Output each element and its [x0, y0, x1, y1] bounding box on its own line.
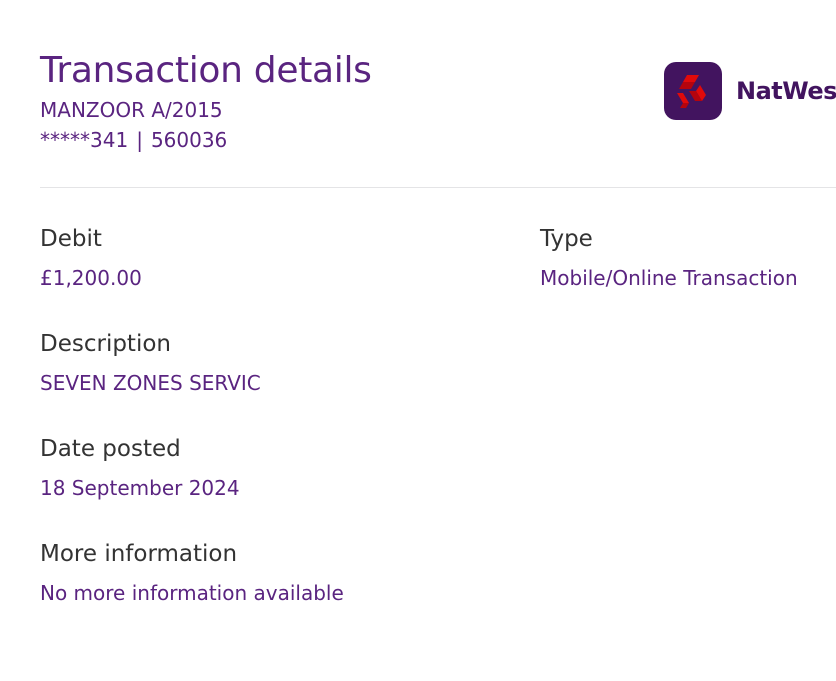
- sort-code: 560036: [150, 128, 228, 152]
- date-posted-label: Date posted: [40, 436, 181, 462]
- header-divider: [40, 187, 836, 188]
- natwest-cubes-svg: [677, 75, 706, 108]
- account-number: *****341: [40, 128, 129, 152]
- debit-value: £1,200.00: [40, 266, 142, 290]
- more-information-value: No more information available: [40, 581, 344, 605]
- brand-name: NatWest: [736, 77, 836, 105]
- type-label: Type: [540, 226, 593, 252]
- account-numbers: *****341 | 560036: [40, 127, 227, 153]
- description-label: Description: [40, 331, 171, 357]
- account-name: MANZOOR A/2015: [40, 98, 223, 122]
- page-title: Transaction details: [40, 50, 372, 91]
- more-information-label: More information: [40, 541, 238, 567]
- brand-logo: NatWest: [664, 62, 836, 120]
- date-posted-value: 18 September 2024: [40, 476, 240, 500]
- type-value: Mobile/Online Transaction: [540, 266, 798, 290]
- separator: |: [136, 128, 143, 152]
- description-value: SEVEN ZONES SERVIC: [40, 371, 261, 395]
- natwest-cubes-icon: [664, 62, 722, 120]
- debit-label: Debit: [40, 226, 102, 252]
